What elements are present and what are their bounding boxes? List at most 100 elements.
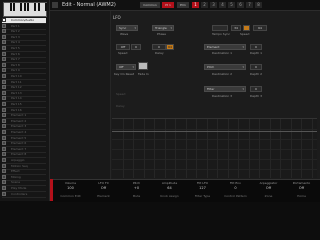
depth-1-box[interactable]: 0: [250, 44, 262, 50]
element-tab-8[interactable]: 8: [255, 2, 262, 8]
bottom-label: Amplitude: [161, 181, 178, 185]
graph-gridline: [238, 119, 239, 178]
row-label: Part 6: [11, 51, 20, 56]
graph-gridline: [206, 119, 208, 178]
row-label: Part 8: [11, 62, 20, 67]
row-label: Part 14: [11, 96, 22, 101]
graph-gridline: [175, 119, 176, 178]
delay-value-box[interactable]: 64: [166, 44, 174, 50]
bottom-function[interactable]: Zone: [252, 194, 285, 198]
row-swatch: [2, 46, 6, 50]
graph-gridline: [143, 119, 145, 178]
row-label: Element 3: [11, 124, 27, 129]
element-tab-3[interactable]: 3: [210, 2, 217, 8]
row-swatch: [2, 34, 6, 39]
left-panel-row[interactable]: Controllers: [2, 191, 46, 198]
bottom-value[interactable]: +0: [120, 186, 153, 190]
element-tab-5[interactable]: 5: [228, 2, 235, 8]
depth-2-box[interactable]: 0: [250, 64, 262, 70]
row-swatch: [2, 102, 6, 106]
bottom-function[interactable]: Control Pattern: [219, 194, 252, 198]
bottom-value[interactable]: 64: [153, 186, 186, 190]
bottom-label: Filt LFO: [196, 181, 209, 185]
tab-element[interactable]: Elm: [177, 2, 189, 8]
speed-box[interactable]: Off: [116, 44, 130, 50]
row-swatch: [2, 40, 6, 45]
delay-label: Delay: [155, 51, 164, 55]
row-label: Arpeggio: [11, 158, 25, 162]
row-swatch: [2, 130, 6, 134]
graph-gridline: [133, 119, 134, 178]
element-tab-4[interactable]: 4: [219, 2, 226, 8]
bottom-function[interactable]: Home: [285, 194, 318, 198]
tab-part[interactable]: Pt 1: [162, 2, 174, 8]
destination-3-dropdown[interactable]: Filter ▾: [204, 86, 246, 92]
tab-common[interactable]: Common: [140, 2, 160, 8]
bottom-value[interactable]: 100: [54, 186, 87, 190]
bottom-function[interactable]: Common Edit: [54, 194, 87, 198]
content-sidebar: [50, 11, 111, 189]
depth-3-box[interactable]: 0: [250, 86, 262, 92]
section-title: LFO: [113, 15, 121, 20]
row-label: Play Mode: [11, 186, 27, 190]
bottom-function[interactable]: Knob Assign: [153, 194, 186, 198]
row-swatch: [2, 124, 6, 129]
row-label: Part 13: [11, 90, 22, 95]
row-label: Element 5: [11, 135, 27, 140]
graph-gridline: [227, 119, 229, 178]
row-swatch: [2, 118, 6, 123]
phase-dropdown[interactable]: Triangle ▾: [152, 25, 174, 31]
key-on-reset-dropdown[interactable]: Off ▾: [116, 64, 136, 70]
row-swatch: [2, 186, 6, 190]
home-icon[interactable]: [52, 2, 58, 8]
lfo-hint-1: Speed: [116, 92, 126, 96]
speed-number-box[interactable]: 34: [231, 25, 241, 31]
row-label: Common/Audio: [11, 18, 35, 22]
tempo-sync-box[interactable]: [212, 25, 228, 31]
delay-box[interactable]: 0: [152, 44, 166, 50]
bottom-value[interactable]: Off: [252, 186, 285, 190]
row-label: Part 5: [11, 46, 20, 50]
bottom-function[interactable]: Filter Type: [186, 194, 219, 198]
row-swatch: [2, 90, 6, 95]
destination-2-label: Destination 2: [212, 72, 233, 76]
row-label: Part 3: [11, 34, 20, 39]
speed-orange-box[interactable]: [243, 25, 250, 31]
element-tab-7[interactable]: 7: [246, 2, 253, 8]
row-swatch: [2, 146, 6, 151]
destination-1-dropdown[interactable]: Element ▾: [204, 44, 246, 50]
element-tab-6[interactable]: 6: [237, 2, 244, 8]
row-swatch: [2, 163, 6, 168]
bottom-value[interactable]: 127: [186, 186, 219, 190]
row-swatch: [2, 174, 6, 179]
element-tab-1[interactable]: 1: [192, 2, 199, 8]
row-label: Part 4: [11, 40, 20, 45]
row-label: Part 1: [11, 23, 20, 28]
bottom-function[interactable]: Element: [87, 194, 120, 198]
depth-1-label: Depth 1: [250, 51, 262, 55]
speed-value-box[interactable]: 0: [131, 44, 141, 50]
destination-1-label: Destination 1: [212, 51, 233, 55]
speed-value[interactable]: 64: [253, 25, 267, 31]
bottom-label: Arpeggiator: [259, 181, 278, 185]
graph-gridline: [311, 119, 313, 178]
bottom-function[interactable]: Mute: [120, 194, 153, 198]
row-label: Mixing: [11, 174, 21, 179]
bottom-value[interactable]: 0: [219, 186, 252, 190]
bottom-value[interactable]: Off: [285, 186, 318, 190]
graph-gridline: [248, 119, 250, 178]
graph-gridline: [217, 119, 218, 178]
graph-gridline: [301, 119, 302, 178]
bottom-value[interactable]: Off: [87, 186, 120, 190]
element-tab-2[interactable]: 2: [201, 2, 208, 8]
fade-in-toggle[interactable]: [138, 62, 148, 70]
row-label: Controllers: [11, 191, 28, 196]
destination-2-dropdown[interactable]: Pitch ▾: [204, 64, 246, 70]
lfo-hint-2: Delay: [116, 104, 125, 108]
fade-in-label: Fade In: [138, 72, 149, 76]
wave-dropdown[interactable]: Sync ▾: [116, 25, 138, 31]
graph-gridline: [154, 119, 155, 178]
row-swatch: [2, 79, 6, 84]
row-label: Scene: [11, 180, 21, 185]
row-swatch: [2, 158, 6, 162]
